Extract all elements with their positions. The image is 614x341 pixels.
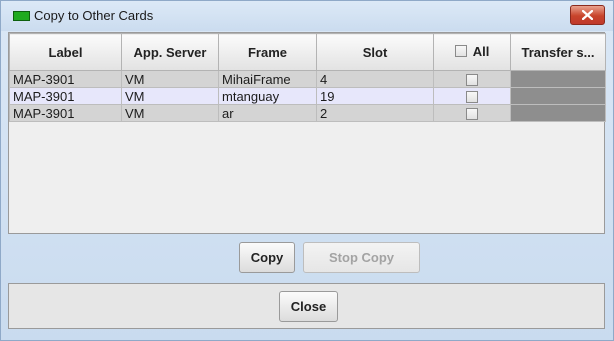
cards-table-panel: Label App. Server Frame Slot All Transfe… (8, 32, 606, 234)
column-header-frame[interactable]: Frame (218, 33, 317, 71)
column-header-transfer-status[interactable]: Transfer s... (510, 33, 606, 71)
cell-app-server: VM (121, 70, 219, 88)
cell-frame: MihaiFrame (218, 70, 317, 88)
cell-app-server: VM (121, 104, 219, 122)
table-row[interactable]: MAP-3901 VM ar 2 (9, 104, 606, 122)
select-all-checkbox[interactable] (454, 45, 467, 58)
cell-app-server: VM (121, 87, 219, 105)
title-bar: Copy to Other Cards (1, 1, 613, 31)
column-header-app-server[interactable]: App. Server (121, 33, 219, 71)
cell-transfer-status (510, 70, 606, 88)
row-checkbox[interactable] (466, 91, 478, 104)
column-header-all[interactable]: All (433, 33, 511, 71)
table-row[interactable]: MAP-3901 VM mtanguay 19 (9, 87, 606, 105)
close-bar: Close (8, 283, 605, 329)
cell-slot: 4 (316, 70, 434, 88)
cell-frame: ar (218, 104, 317, 122)
column-header-slot[interactable]: Slot (316, 33, 434, 71)
cell-select (433, 87, 511, 105)
close-icon (582, 10, 593, 20)
cell-transfer-status (510, 104, 606, 122)
window-title: Copy to Other Cards (34, 8, 154, 23)
table-header-row: Label App. Server Frame Slot All Transfe… (9, 33, 606, 71)
close-button[interactable]: Close (279, 291, 338, 322)
select-all-label: All (472, 43, 490, 59)
cell-frame: mtanguay (218, 87, 317, 105)
cell-slot: 2 (316, 104, 434, 122)
table-row[interactable]: MAP-3901 VM MihaiFrame 4 (9, 70, 606, 88)
cell-label: MAP-3901 (9, 87, 122, 105)
copy-to-other-cards-dialog: Copy to Other Cards Label App. Server Fr… (0, 0, 614, 341)
card-icon (13, 11, 30, 21)
cell-transfer-status (510, 87, 606, 105)
cell-label: MAP-3901 (9, 70, 122, 88)
column-header-label[interactable]: Label (9, 33, 122, 71)
row-checkbox[interactable] (466, 74, 478, 87)
stop-copy-button[interactable]: Stop Copy (303, 242, 420, 273)
cell-select (433, 70, 511, 88)
cards-table: Label App. Server Frame Slot All Transfe… (9, 33, 606, 122)
row-checkbox[interactable] (466, 108, 478, 121)
copy-button[interactable]: Copy (239, 242, 295, 273)
cell-slot: 19 (316, 87, 434, 105)
cell-label: MAP-3901 (9, 104, 122, 122)
window-close-button[interactable] (570, 5, 605, 25)
cell-select (433, 104, 511, 122)
